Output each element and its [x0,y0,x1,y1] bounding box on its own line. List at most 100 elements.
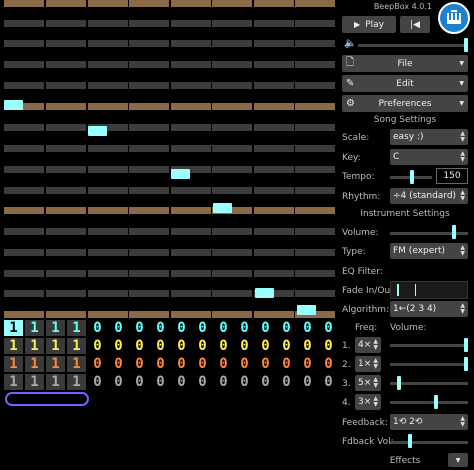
beat-cell[interactable] [4,145,44,152]
beat-cell[interactable] [46,270,86,277]
pitch-row[interactable] [4,290,337,297]
tempo-knob[interactable] [410,170,414,184]
pattern-cell[interactable]: 0 [256,338,275,354]
pattern-cell[interactable]: 1 [4,320,23,336]
beat-cell[interactable] [295,187,335,194]
pitch-row[interactable] [4,20,337,27]
pattern-cell[interactable]: 1 [25,374,44,390]
pattern-cell[interactable]: 0 [256,374,275,390]
beat-cell[interactable] [4,290,44,297]
operator-volume-knob[interactable] [397,376,402,390]
beat-cell[interactable] [295,145,335,152]
pattern-cell[interactable]: 0 [298,338,317,354]
beat-cell[interactable] [4,20,44,27]
key-select[interactable]: C ▲ ▼ [390,149,468,165]
beat-cell[interactable] [295,124,335,131]
pattern-cell[interactable]: 0 [88,320,107,336]
pattern-cell[interactable]: 0 [109,320,128,336]
algorithm-select[interactable]: 1←(2 3 4) ▲ ▼ [390,301,468,317]
beat-cell[interactable] [129,290,169,297]
beat-cell[interactable] [46,311,86,318]
pattern-cell[interactable]: 1 [46,356,65,372]
beat-cell[interactable] [4,207,44,214]
beat-cell[interactable] [88,82,128,89]
beat-cell[interactable] [254,124,294,131]
beat-cell[interactable] [171,207,211,214]
operator-volume-track[interactable] [390,344,468,347]
pattern-cell[interactable]: 0 [277,320,296,336]
beat-cell[interactable] [171,228,211,235]
eq-filter-editor[interactable] [390,262,468,280]
beat-cell[interactable] [88,311,128,318]
beat-cell[interactable] [46,103,86,110]
beat-cell[interactable] [254,311,294,318]
pattern-cell[interactable]: 0 [109,356,128,372]
note[interactable] [255,288,274,298]
pattern-cell[interactable]: 0 [319,356,338,372]
beat-cell[interactable] [212,145,252,152]
beepbox-logo[interactable] [438,2,470,34]
beat-cell[interactable] [212,103,252,110]
beat-cell[interactable] [254,207,294,214]
pattern-cell[interactable]: 0 [277,356,296,372]
pattern-cell[interactable]: 0 [151,320,170,336]
pitch-row[interactable] [4,61,337,68]
beat-cell[interactable] [129,40,169,47]
beat-cell[interactable] [254,249,294,256]
feedback-select[interactable]: 1⟲ 2⟲ ▲ ▼ [390,414,468,430]
beat-cell[interactable] [295,61,335,68]
beat-cell[interactable] [171,290,211,297]
play-button[interactable]: ▶ Play [342,16,396,33]
pattern-cell[interactable]: 0 [298,356,317,372]
tempo-input[interactable]: 150 [436,168,468,184]
note[interactable] [297,305,316,315]
beat-cell[interactable] [212,249,252,256]
beat-cell[interactable] [88,103,128,110]
beat-cell[interactable] [129,0,169,7]
beat-cell[interactable] [46,166,86,173]
beat-cell[interactable] [88,0,128,7]
beat-cell[interactable] [212,124,252,131]
beat-cell[interactable] [171,40,211,47]
beat-cell[interactable] [88,166,128,173]
pattern-cell[interactable]: 0 [88,338,107,354]
pattern-cell[interactable]: 1 [46,374,65,390]
beat-cell[interactable] [212,82,252,89]
pattern-cell[interactable]: 1 [67,356,86,372]
operator-volume-knob[interactable] [434,395,439,409]
rhythm-select[interactable]: ÷4 (standard) ▲ ▼ [390,188,468,204]
beat-cell[interactable] [254,166,294,173]
beat-cell[interactable] [212,270,252,277]
beat-cell[interactable] [171,61,211,68]
preferences-menu[interactable]: ⚙ Preferences ▼ [342,95,468,112]
beat-cell[interactable] [129,61,169,68]
pattern-cell[interactable]: 0 [298,320,317,336]
pattern-cell[interactable]: 0 [193,320,212,336]
pattern-cell[interactable]: 0 [151,374,170,390]
beat-cell[interactable] [212,228,252,235]
beat-cell[interactable] [129,82,169,89]
operator-freq-select[interactable]: 3× ▲ ▼ [355,394,381,410]
beat-cell[interactable] [171,187,211,194]
instrument-volume-knob[interactable] [452,225,456,239]
beat-cell[interactable] [46,187,86,194]
pattern-cell[interactable]: 0 [193,374,212,390]
beat-cell[interactable] [129,103,169,110]
pitch-row[interactable] [4,207,337,214]
beat-cell[interactable] [295,82,335,89]
beat-cell[interactable] [88,40,128,47]
beat-cell[interactable] [4,228,44,235]
beat-cell[interactable] [88,207,128,214]
beat-cell[interactable] [4,187,44,194]
beat-cell[interactable] [254,20,294,27]
beat-cell[interactable] [46,145,86,152]
loop-bar[interactable] [5,392,89,406]
beat-cell[interactable] [295,40,335,47]
beat-cell[interactable] [295,249,335,256]
beat-cell[interactable] [254,228,294,235]
pattern-cell[interactable]: 0 [235,356,254,372]
beat-cell[interactable] [254,145,294,152]
scale-select[interactable]: easy :) ▲ ▼ [390,129,468,145]
pattern-cell[interactable]: 0 [88,356,107,372]
beat-cell[interactable] [295,20,335,27]
